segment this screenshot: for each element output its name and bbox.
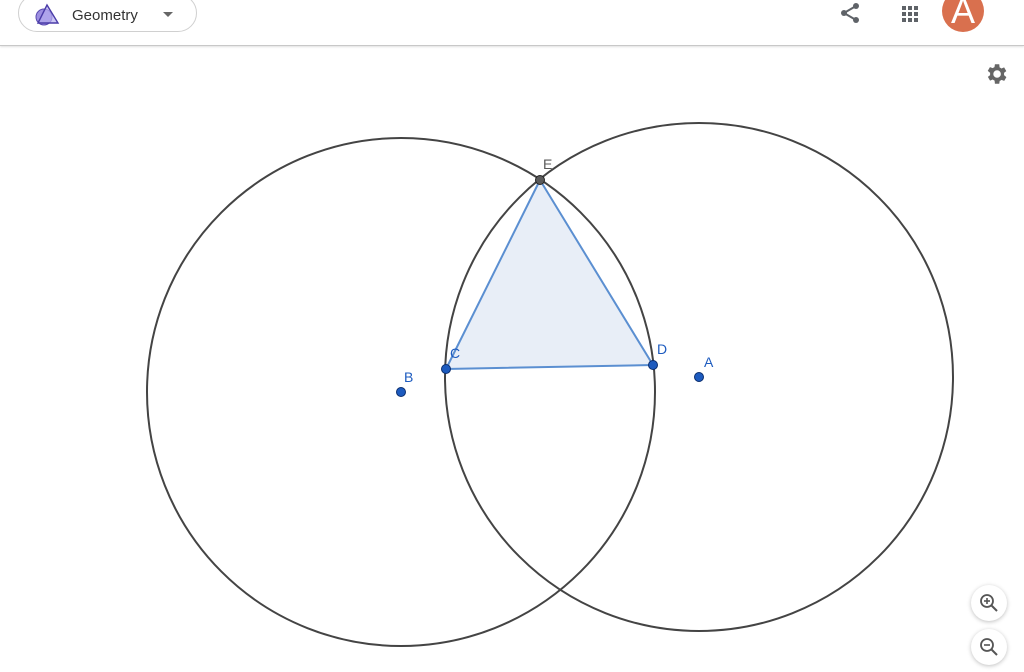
point-c[interactable] xyxy=(441,364,451,374)
app-switcher-button[interactable]: Geometry xyxy=(18,0,197,32)
point-b[interactable] xyxy=(396,387,406,397)
app-name: Geometry xyxy=(72,7,138,24)
label-c: C xyxy=(450,345,460,361)
graphics-view[interactable]: A B C D E xyxy=(0,47,1024,672)
zoom-in-button[interactable] xyxy=(971,585,1007,621)
label-d: D xyxy=(657,341,667,357)
triangle-cde[interactable] xyxy=(445,179,654,370)
share-icon[interactable] xyxy=(836,0,864,28)
point-e[interactable] xyxy=(535,175,545,185)
geometry-app-icon xyxy=(35,3,60,26)
label-b: B xyxy=(404,369,413,385)
avatar[interactable]: A xyxy=(942,0,984,32)
point-d[interactable] xyxy=(648,360,658,370)
zoom-in-icon xyxy=(980,594,998,612)
chevron-down-icon xyxy=(163,12,173,17)
point-a[interactable] xyxy=(694,372,704,382)
zoom-out-icon xyxy=(980,638,998,656)
zoom-out-button[interactable] xyxy=(971,629,1007,665)
apps-grid-icon[interactable] xyxy=(898,2,922,26)
top-bar: Geometry A xyxy=(0,0,1024,46)
label-a: A xyxy=(704,354,714,370)
label-e: E xyxy=(543,156,552,172)
